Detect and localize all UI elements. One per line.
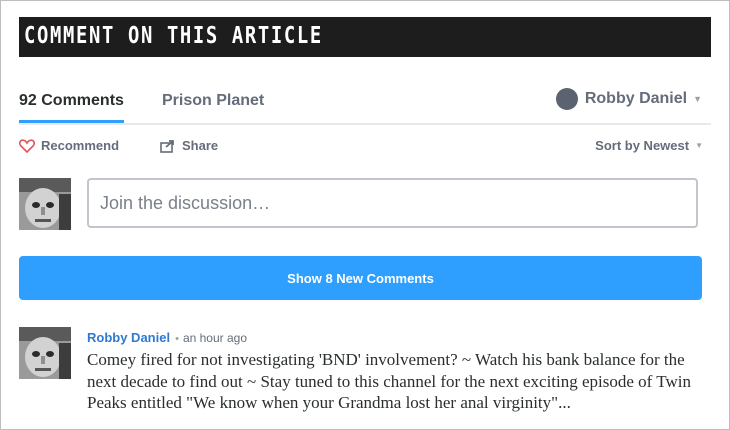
comment-avatar[interactable] — [19, 327, 71, 379]
tab-comments[interactable]: 92 Comments — [19, 92, 124, 123]
share-button[interactable]: Share — [160, 138, 218, 153]
comment-text: Comey fired for not investigating 'BND' … — [87, 350, 691, 412]
user-menu[interactable]: Robby Daniel ▼ — [555, 88, 702, 110]
separator-dot: • — [175, 333, 179, 345]
chevron-down-icon: ▼ — [695, 141, 703, 150]
user-avatar-icon — [555, 88, 578, 110]
user-menu-name: Robby Daniel — [584, 90, 688, 107]
tabs-divider — [19, 123, 711, 125]
comment-author[interactable]: Robby Daniel — [87, 330, 170, 345]
share-icon — [160, 139, 174, 153]
banner-title: COMMENT ON THIS ARTICLE — [24, 23, 323, 49]
comment-banner: COMMENT ON THIS ARTICLE — [19, 17, 711, 57]
sort-label: Sort by Newest — [595, 138, 690, 153]
sort-dropdown[interactable]: Sort by Newest ▼ — [595, 138, 703, 153]
comment-timestamp[interactable]: an hour ago — [183, 331, 247, 345]
recommend-button[interactable]: Recommend — [19, 138, 119, 153]
disqus-tabs: 92 Comments Prison Planet Robby Daniel ▼ — [19, 84, 711, 124]
comment-header: Robby Daniel • an hour ago — [87, 330, 247, 345]
chevron-down-icon: ▼ — [693, 94, 702, 104]
recommend-label: Recommend — [41, 138, 120, 153]
actions-row: Recommend Share Sort by Newest ▼ — [19, 138, 711, 160]
avatar[interactable] — [19, 178, 71, 230]
show-new-comments-button[interactable]: Show 8 New Comments — [19, 256, 702, 300]
share-label: Share — [182, 138, 219, 153]
heart-icon — [19, 138, 35, 153]
tab-community[interactable]: Prison Planet — [162, 92, 264, 110]
join-discussion-input[interactable] — [87, 178, 698, 228]
